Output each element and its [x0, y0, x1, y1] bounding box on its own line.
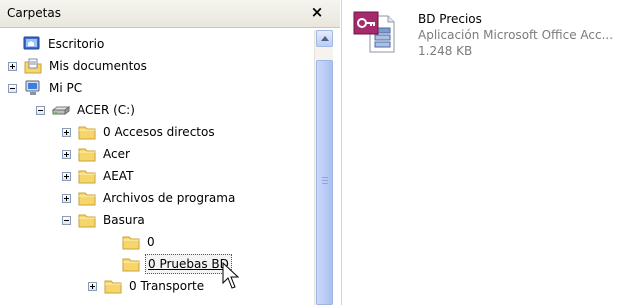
folder-icon [78, 146, 96, 162]
tree-item[interactable]: ACER (C:) [36, 99, 137, 121]
tree-item[interactable]: Mis documentos [8, 55, 149, 77]
tree-item-label: Basura [103, 213, 145, 227]
close-icon[interactable]: × [306, 2, 328, 22]
tree-item-label: Acer [103, 147, 130, 161]
tree-item[interactable]: 0 Accesos directos [62, 121, 217, 143]
my-documents-icon [24, 58, 42, 74]
my-computer-icon [24, 80, 42, 96]
collapse-minus-icon[interactable] [8, 83, 17, 93]
tree-item[interactable]: 0 Transporte [88, 275, 206, 297]
tree-item-label: Escritorio [48, 37, 105, 51]
tree-item[interactable]: 0 Pruebas BD [106, 253, 232, 275]
tree-item[interactable]: Acer [62, 143, 132, 165]
folders-pane-title: Carpetas [7, 6, 61, 20]
file-size: 1.248 KB [418, 44, 473, 58]
scroll-up-button[interactable] [316, 30, 333, 47]
mouse-cursor-icon [222, 262, 240, 289]
tree-item-label: 0 Accesos directos [103, 125, 215, 139]
tree-item[interactable]: AEAT [62, 165, 135, 187]
pane-divider[interactable] [340, 0, 342, 305]
expand-plus-icon[interactable] [62, 193, 71, 203]
expand-plus-icon[interactable] [8, 61, 17, 71]
file-name: BD Precios [418, 12, 482, 26]
collapse-minus-icon[interactable] [62, 215, 71, 225]
expand-plus-icon[interactable] [62, 127, 71, 137]
folder-icon [78, 124, 96, 140]
tree-item-label: Mis documentos [49, 59, 147, 73]
expand-plus-icon[interactable] [62, 171, 71, 181]
folders-pane-header: Carpetas × [0, 0, 340, 28]
scroll-grip-line [322, 177, 328, 178]
file-item[interactable]: BD Precios Aplicación Microsoft Office A… [352, 10, 622, 70]
expand-plus-icon[interactable] [88, 281, 97, 291]
folder-icon [78, 212, 96, 228]
file-type: Aplicación Microsoft Office Acc... [418, 28, 614, 42]
vertical-scrollbar[interactable] [314, 30, 333, 305]
tree-item-label: 0 Pruebas BD [145, 254, 232, 274]
folder-icon [122, 234, 140, 250]
tree-item[interactable]: Mi PC [8, 77, 84, 99]
collapse-minus-icon[interactable] [36, 105, 45, 115]
scroll-grip-line [322, 180, 328, 181]
tree-item-label: Mi PC [49, 81, 83, 95]
tree-item-label: Archivos de programa [103, 191, 236, 205]
scroll-grip-line [322, 183, 328, 184]
tree-item[interactable]: 0 [106, 231, 157, 253]
tree-item-label: ACER (C:) [77, 103, 135, 117]
tree-item[interactable]: Basura [62, 209, 147, 231]
tree-item-label: AEAT [103, 169, 134, 183]
tree-item-label: 0 Transporte [129, 279, 205, 293]
folder-icon [104, 278, 122, 294]
folder-icon [78, 190, 96, 206]
drive-icon [51, 102, 71, 118]
tree-item[interactable]: Escritorio [7, 33, 106, 55]
tree-item-label: 0 [147, 235, 155, 249]
access-database-icon [353, 11, 395, 53]
expand-plus-icon[interactable] [62, 149, 71, 159]
scroll-thumb[interactable] [316, 60, 333, 305]
desktop-icon [23, 36, 41, 52]
folders-pane: Carpetas × Escritorio Mis documentos Mi PC… [0, 0, 340, 305]
folder-icon [122, 256, 140, 272]
tree-item[interactable]: Archivos de programa [62, 187, 237, 209]
folder-icon [78, 168, 96, 184]
